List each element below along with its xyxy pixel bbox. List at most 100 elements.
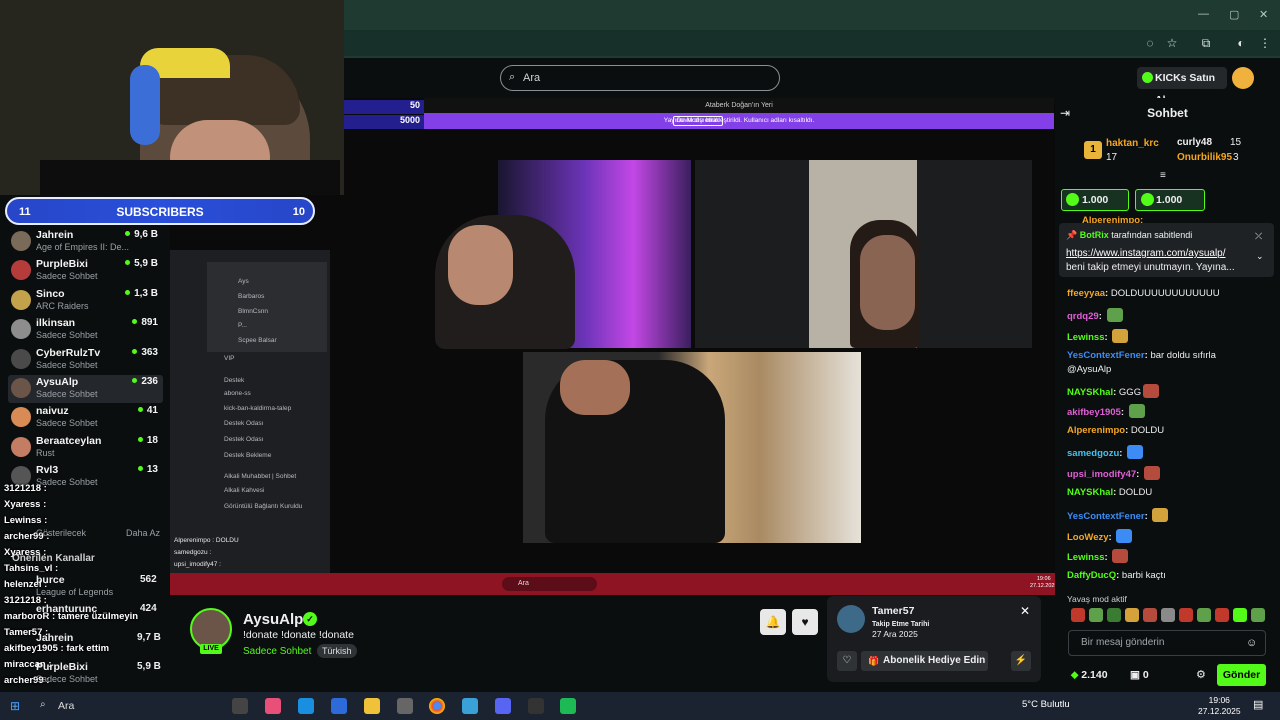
- maximize-icon[interactable]: ▢: [1229, 8, 1239, 21]
- chat-username[interactable]: Lewinss: [1067, 332, 1105, 343]
- chat-username[interactable]: DaffyDucQ: [1067, 570, 1116, 581]
- chat-message[interactable]: samedgozu:: [1067, 445, 1144, 459]
- sidebar-channel-beraatceylan[interactable]: Beraatceylan Rust 18: [8, 433, 166, 462]
- emote-icon[interactable]: [1233, 608, 1247, 622]
- taskbar-app-icon[interactable]: [265, 698, 281, 714]
- sidebar-item-erhan[interactable]: erhanturunc: [36, 603, 97, 615]
- unpin-icon[interactable]: ⤫: [1255, 231, 1262, 242]
- send-button[interactable]: Gönder: [1217, 664, 1266, 686]
- sidebar-channel-aysualp[interactable]: AysuAlp Sadece Sohbet 236: [8, 374, 166, 403]
- emoji-icon[interactable]: ☺: [1246, 637, 1257, 649]
- chat-username[interactable]: qrdq29: [1067, 311, 1099, 322]
- emote-icon[interactable]: [1107, 608, 1121, 622]
- chat-message[interactable]: NAYSKhal: GGG: [1067, 384, 1160, 398]
- chat-message[interactable]: NAYSKhal: DOLDU: [1067, 487, 1152, 498]
- channel-points[interactable]: ⬥ 2.140: [1071, 669, 1108, 682]
- chat-message[interactable]: akifbey1905:: [1067, 404, 1145, 418]
- language-tag[interactable]: Türkish: [317, 644, 357, 658]
- taskbar-app-icon[interactable]: [429, 698, 445, 714]
- emote-icon[interactable]: [1179, 608, 1193, 622]
- chat-username[interactable]: YesContextFener: [1067, 350, 1145, 361]
- close-icon[interactable]: ✕: [1020, 604, 1030, 618]
- expand-icon[interactable]: ≡: [1160, 170, 1166, 181]
- emote-icon[interactable]: [1071, 608, 1085, 622]
- chat-message[interactable]: Alperenimpo: DOLDU: [1067, 425, 1164, 436]
- taskbar-search[interactable]: Ara: [32, 695, 222, 717]
- emote-icon[interactable]: [1161, 608, 1175, 622]
- extensions-icon[interactable]: ⧉: [1199, 36, 1213, 50]
- show-less-link[interactable]: Daha Az: [126, 528, 160, 538]
- chat-username[interactable]: Alperenimpo: [1067, 425, 1125, 436]
- sidebar-channel-jahrein[interactable]: Jahrein Age of Empires II: De... 9,6 B: [8, 227, 166, 256]
- taskbar-app-icon[interactable]: [397, 698, 413, 714]
- minimize-icon[interactable]: —: [1198, 8, 1209, 20]
- chat-username[interactable]: ffeeyyaa: [1067, 288, 1105, 299]
- sidebar-item-jahrein2[interactable]: Jahrein: [36, 632, 73, 644]
- sidebar-channel-purplebixi[interactable]: PurpleBixi Sadece Sohbet 5,9 B: [8, 256, 166, 285]
- taskbar-app-icon[interactable]: [528, 698, 544, 714]
- emote-icon[interactable]: [1089, 608, 1103, 622]
- chat-username[interactable]: Lewinss: [1067, 552, 1105, 563]
- emote-bar[interactable]: [1067, 608, 1267, 626]
- taskbar-app-icon[interactable]: [364, 698, 380, 714]
- emote-icon[interactable]: [1215, 608, 1229, 622]
- chat-username[interactable]: LooWezy: [1067, 532, 1109, 543]
- chat-message[interactable]: YesContextFener: bar doldu sıfırla @Aysu…: [1067, 349, 1262, 377]
- sidebar-channel-cyberrulztv[interactable]: CyberRulzTv Sadece Sohbet 363: [8, 345, 166, 374]
- chat-message[interactable]: ffeeyyaa: DOLDUUUUUUUUUUUU: [1067, 288, 1220, 299]
- podium-user-2[interactable]: curly48: [1177, 137, 1212, 148]
- notification-bell-icon[interactable]: 🔔: [760, 609, 786, 635]
- notifications-icon[interactable]: ▤: [1253, 698, 1263, 711]
- chat-username[interactable]: samedgozu: [1067, 448, 1119, 459]
- taskbar-app-icon[interactable]: [560, 698, 576, 714]
- chat-message[interactable]: Lewinss:: [1067, 329, 1129, 343]
- emote-icon[interactable]: [1251, 608, 1265, 622]
- chat-message[interactable]: YesContextFener:: [1067, 508, 1169, 522]
- chat-message[interactable]: qrdq29:: [1067, 308, 1123, 322]
- chat-username[interactable]: NAYSKhal: [1067, 487, 1113, 498]
- star-icon[interactable]: ☆: [1165, 36, 1179, 50]
- chest-points[interactable]: ▣ 0: [1130, 669, 1149, 681]
- address-bar[interactable]: [344, 30, 1280, 56]
- chat-username[interactable]: upsi_imodify47: [1067, 469, 1136, 480]
- chat-username[interactable]: NAYSKhal: [1067, 387, 1113, 398]
- profile-icon[interactable]: ◐: [1234, 36, 1248, 50]
- user-avatar[interactable]: [1232, 67, 1254, 89]
- search-input[interactable]: Ara: [500, 65, 780, 91]
- chat-username[interactable]: akifbey1905: [1067, 407, 1121, 418]
- menu-dots-icon[interactable]: ⋮: [1258, 36, 1272, 50]
- taskbar-app-icon[interactable]: [495, 698, 511, 714]
- streamer-name[interactable]: AysuAlp: [243, 611, 303, 628]
- gear-icon[interactable]: ⚙: [1196, 668, 1206, 681]
- gift-sub-button[interactable]: Abonelik Hediye Edin: [861, 651, 988, 671]
- close-window-icon[interactable]: ✕: [1259, 8, 1268, 21]
- chat-message[interactable]: Lewinss:: [1067, 549, 1129, 563]
- popup-username[interactable]: Tamer57: [872, 605, 914, 617]
- sidebar-channel-ilkinsan[interactable]: ilkinsan Sadece Sohbet 891: [8, 315, 166, 344]
- bolt-icon[interactable]: ⚡: [1011, 651, 1031, 671]
- chat-message[interactable]: DaffyDucQ: barbi kaçtı: [1067, 570, 1166, 581]
- sidebar-item-purplebixi2[interactable]: PurpleBixi: [36, 661, 88, 673]
- podium-user-1[interactable]: haktan_krc: [1106, 138, 1159, 149]
- taskbar-app-icon[interactable]: [298, 698, 314, 714]
- eye-off-icon[interactable]: ◌: [1143, 36, 1157, 50]
- sidebar-channel-naivuz[interactable]: naivuz Sadece Sohbet 41: [8, 403, 166, 432]
- taskbar-app-icon[interactable]: [331, 698, 347, 714]
- sidebar-channel-sinco[interactable]: Sinco ARC Raiders 1,3 B: [8, 286, 166, 315]
- sidebar-item-burce[interactable]: burce: [36, 574, 65, 586]
- emote-icon[interactable]: [1125, 608, 1139, 622]
- chat-message[interactable]: LooWezy:: [1067, 529, 1133, 543]
- pinned-link[interactable]: https://www.instagram.com/aysualp/: [1066, 248, 1246, 259]
- podium-user-3[interactable]: Onurbilik95: [1177, 152, 1232, 163]
- chat-message[interactable]: upsi_imodify47:: [1067, 466, 1160, 480]
- heart-icon[interactable]: ♡: [837, 651, 857, 671]
- taskbar-clock[interactable]: 19:06 27.12.2025: [1198, 695, 1241, 717]
- taskbar-app-icon[interactable]: [462, 698, 478, 714]
- follow-heart-icon[interactable]: ♥: [792, 609, 818, 635]
- weather-widget[interactable]: 5°C Bulutlu: [1022, 699, 1070, 710]
- windows-start-icon[interactable]: ⊞: [10, 699, 20, 713]
- chat-input[interactable]: Bir mesaj gönderin: [1068, 630, 1266, 656]
- chevron-down-icon[interactable]: ⌄: [1256, 251, 1264, 262]
- chat-username[interactable]: YesContextFener: [1067, 511, 1145, 522]
- stream-category[interactable]: Sadece Sohbet: [243, 646, 311, 657]
